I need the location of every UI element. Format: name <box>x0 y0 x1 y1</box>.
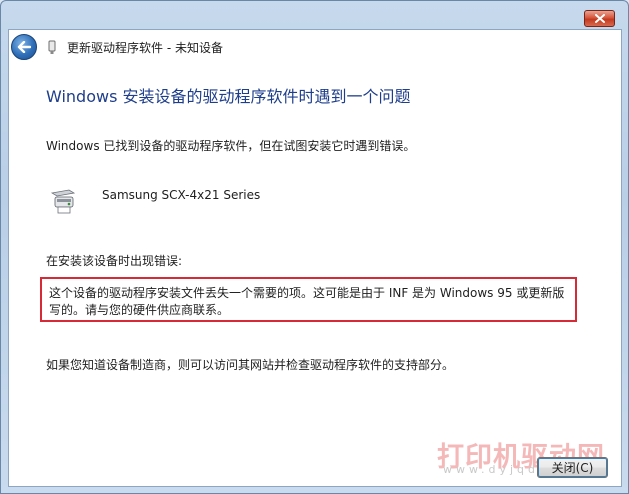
device-name: Samsung SCX-4x21 Series <box>102 188 261 202</box>
nav-title: 更新驱动程序软件 - 未知设备 <box>67 41 223 55</box>
page-title: Windows 安装设备的驱动程序软件时遇到一个问题 <box>46 87 411 106</box>
error-message-box: 这个设备的驱动程序安装文件丢失一个需要的项。这可能是由于 INF 是为 Wind… <box>40 277 577 322</box>
error-label: 在安装该设备时出现错误: <box>46 254 183 268</box>
window-frame: 更新驱动程序软件 - 未知设备 Windows 安装设备的驱动程序软件时遇到一个… <box>0 0 629 494</box>
help-text: 如果您知道设备制造商，则可以访问其网站并检查驱动程序软件的支持部分。 <box>46 358 455 372</box>
error-message-line2: 写的。请与您的硬件供应商联系。 <box>49 303 230 317</box>
printer-icon <box>50 189 76 214</box>
close-x-icon <box>594 14 605 23</box>
back-arrow-icon <box>17 41 31 53</box>
dialog-client-area: 更新驱动程序软件 - 未知设备 Windows 安装设备的驱动程序软件时遇到一个… <box>8 29 622 487</box>
back-button[interactable] <box>11 34 37 60</box>
description-text: Windows 已找到设备的驱动程序软件，但在试图安装它时遇到错误。 <box>46 139 416 153</box>
window-close-button[interactable] <box>584 10 615 27</box>
error-message-line1: 这个设备的驱动程序安装文件丢失一个需要的项。这可能是由于 INF 是为 Wind… <box>49 286 565 300</box>
close-button[interactable]: 关闭(C) <box>537 457 608 478</box>
hardware-wizard-icon <box>48 40 56 54</box>
nav-bar: 更新驱动程序软件 - 未知设备 <box>9 30 621 64</box>
